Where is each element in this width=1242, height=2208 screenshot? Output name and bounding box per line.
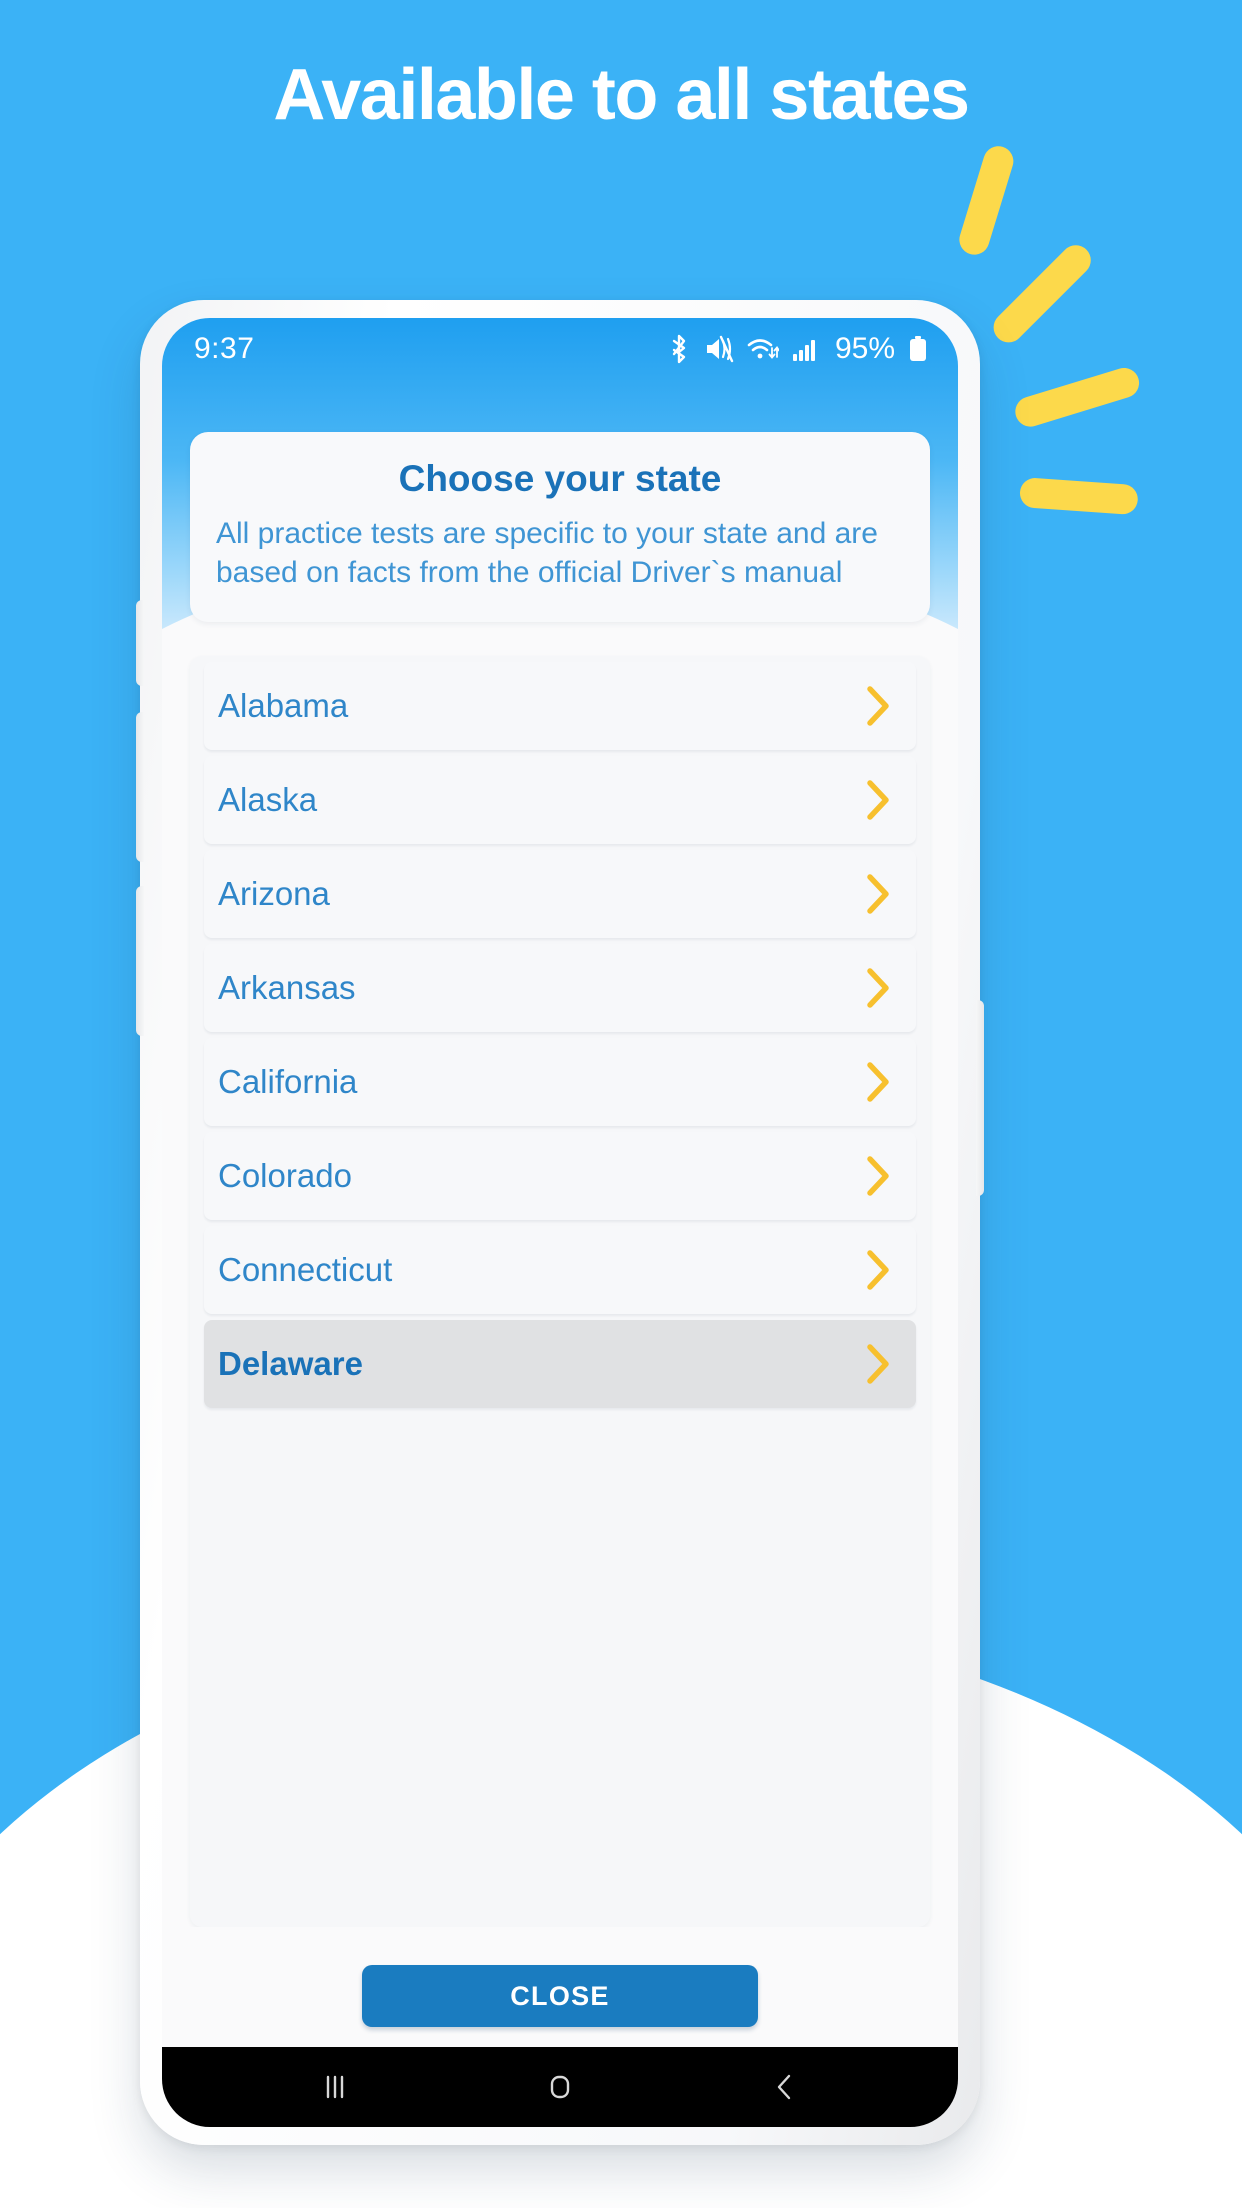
state-row[interactable]: Arizona	[204, 850, 916, 938]
signal-icon	[792, 336, 820, 362]
ray-icon	[1011, 364, 1143, 431]
state-row[interactable]: Alabama	[204, 662, 916, 750]
phone-button-power	[976, 1000, 984, 1196]
state-name: Alabama	[218, 687, 349, 724]
card-subtitle: All practice tests are specific to your …	[216, 517, 878, 589]
state-row[interactable]: Connecticut	[204, 1226, 916, 1314]
state-row[interactable]: Alaska	[204, 756, 916, 844]
android-nav-bar	[162, 2047, 958, 2127]
state-row[interactable]: California	[204, 1038, 916, 1126]
chevron-right-icon	[860, 1153, 894, 1199]
chevron-right-icon	[860, 683, 894, 729]
status-icon-group: 95%	[667, 332, 928, 366]
status-bar: 9:37 95%	[162, 318, 958, 380]
phone-screen: 9:37 95% Choose your state All practice …	[162, 318, 958, 2127]
state-name: Alaska	[218, 781, 318, 818]
chevron-right-icon	[860, 777, 894, 823]
page-title: Available to all states	[273, 55, 970, 135]
phone-button-volume-down	[136, 712, 144, 862]
wifi-icon	[747, 335, 779, 363]
recent-apps-icon[interactable]	[316, 2068, 354, 2106]
state-name: Delaware	[218, 1345, 363, 1382]
battery-icon	[908, 335, 928, 363]
state-list[interactable]: Alabama Alaska Arizona Arkansas California Co…	[190, 656, 930, 1927]
state-row[interactable]: Arkansas	[204, 944, 916, 1032]
chevron-right-icon	[860, 965, 894, 1011]
state-name: Connecticut	[218, 1251, 393, 1288]
phone-button-bixby	[136, 886, 144, 1036]
chevron-right-icon	[860, 1247, 894, 1293]
state-name: California	[218, 1063, 358, 1100]
state-row[interactable]: Delaware	[204, 1320, 916, 1408]
state-row[interactable]: Colorado	[204, 1132, 916, 1220]
card-title: Choose your state	[398, 458, 722, 499]
close-button[interactable]: CLOSE	[362, 1965, 758, 2027]
home-icon[interactable]	[541, 2068, 579, 2106]
back-icon[interactable]	[766, 2068, 804, 2106]
phone-button-volume-up	[136, 600, 144, 686]
chevron-right-icon	[860, 1341, 894, 1387]
choose-state-card: Choose your state All practice tests are…	[190, 432, 930, 622]
bluetooth-icon	[667, 334, 691, 364]
chevron-right-icon	[860, 871, 894, 917]
state-name: Colorado	[218, 1157, 352, 1194]
battery-percentage: 95%	[834, 332, 895, 365]
state-name: Arizona	[218, 875, 330, 912]
mute-icon	[704, 335, 734, 363]
ray-icon	[987, 239, 1097, 349]
chevron-right-icon	[860, 1059, 894, 1105]
phone-mockup: 9:37 95% Choose your state All practice …	[136, 300, 984, 2145]
status-time: 9:37	[194, 332, 255, 365]
footer: CLOSE	[162, 1927, 958, 2027]
state-name: Arkansas	[218, 969, 356, 1006]
